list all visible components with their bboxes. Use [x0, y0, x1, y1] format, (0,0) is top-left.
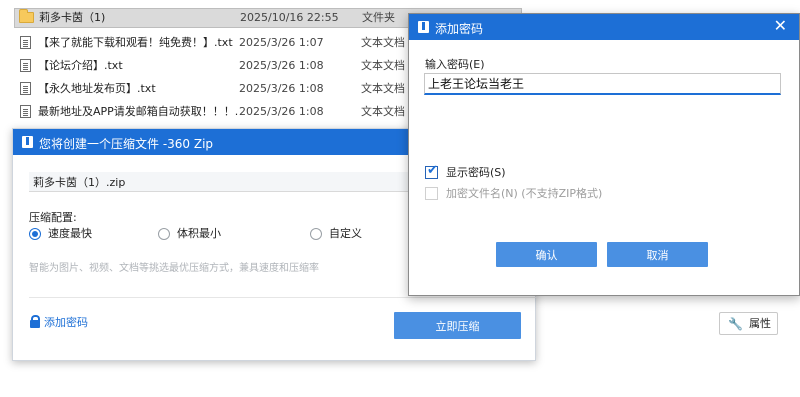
radio-label: 自定义: [329, 227, 362, 240]
checkbox-box: ✔: [425, 163, 438, 179]
file-name: 【来了就能下载和观看！纯免费！】.txt: [38, 36, 233, 49]
add-password-label: 添加密码: [44, 316, 88, 329]
file-type: 文本文档: [361, 105, 405, 118]
confirm-button[interactable]: 确认: [496, 242, 597, 267]
password-dialog-title: 添加密码: [435, 22, 484, 36]
compress-dialog-title: 您将创建一个压缩文件 -360 Zip: [39, 137, 214, 151]
radio-circle: [310, 228, 322, 240]
file-name: 【永久地址发布页】.txt: [38, 82, 156, 95]
password-input-label: 输入密码(E): [425, 58, 485, 71]
wrench-icon: 🔧: [728, 317, 743, 331]
text-file-icon: [20, 105, 31, 118]
file-name: 最新地址及APP请发邮箱自动获取！！！....: [38, 105, 238, 118]
properties-button[interactable]: 🔧 属性: [719, 312, 778, 335]
radio-label: 体积最小: [177, 227, 221, 240]
zip-app-icon: [22, 136, 33, 148]
file-date: 2025/3/26 1:08: [239, 82, 324, 95]
text-file-icon: [20, 59, 31, 72]
checkbox-box: [425, 187, 438, 200]
radio-label: 速度最快: [48, 227, 92, 240]
compression-config-label: 压缩配置:: [29, 211, 77, 224]
divider: [29, 297, 537, 298]
checkmark-icon: ✔: [427, 163, 438, 178]
file-type: 文件夹: [362, 11, 395, 24]
file-date: 2025/3/26 1:08: [239, 105, 324, 118]
radio-circle: [29, 228, 41, 240]
zip-app-icon: [418, 21, 429, 33]
file-date: 2025/10/16 22:55: [240, 11, 339, 24]
file-type: 文本文档: [361, 82, 405, 95]
text-file-icon: [20, 36, 31, 49]
cancel-button[interactable]: 取消: [607, 242, 708, 267]
archive-filename-input[interactable]: [29, 172, 424, 192]
radio-circle: [158, 228, 170, 240]
file-date: 2025/3/26 1:08: [239, 59, 324, 72]
lock-icon: [30, 315, 40, 328]
password-dialog-titlebar[interactable]: 添加密码 ✕: [409, 14, 799, 40]
show-password-label: 显示密码(S): [446, 166, 506, 179]
file-name: 【论坛介绍】.txt: [38, 59, 123, 72]
file-type: 文本文档: [361, 36, 405, 49]
properties-label: 属性: [749, 317, 771, 330]
close-icon[interactable]: ✕: [774, 18, 787, 34]
encrypt-filename-label: 加密文件名(N) (不支持ZIP格式): [446, 187, 603, 200]
add-password-dialog: 添加密码 ✕ 输入密码(E) ✔ 显示密码(S) 加密文件名(N) (不支持ZI…: [408, 13, 800, 296]
compress-now-button[interactable]: 立即压缩: [394, 312, 521, 339]
file-type: 文本文档: [361, 59, 405, 72]
password-input[interactable]: [424, 73, 781, 95]
text-file-icon: [20, 82, 31, 95]
file-name: 莉多卡茵（1): [39, 11, 106, 24]
folder-icon: [19, 9, 34, 23]
option-description: 智能为图片、视频、文档等挑选最优压缩方式，兼具速度和压缩率: [29, 263, 319, 274]
file-date: 2025/3/26 1:07: [239, 36, 324, 49]
